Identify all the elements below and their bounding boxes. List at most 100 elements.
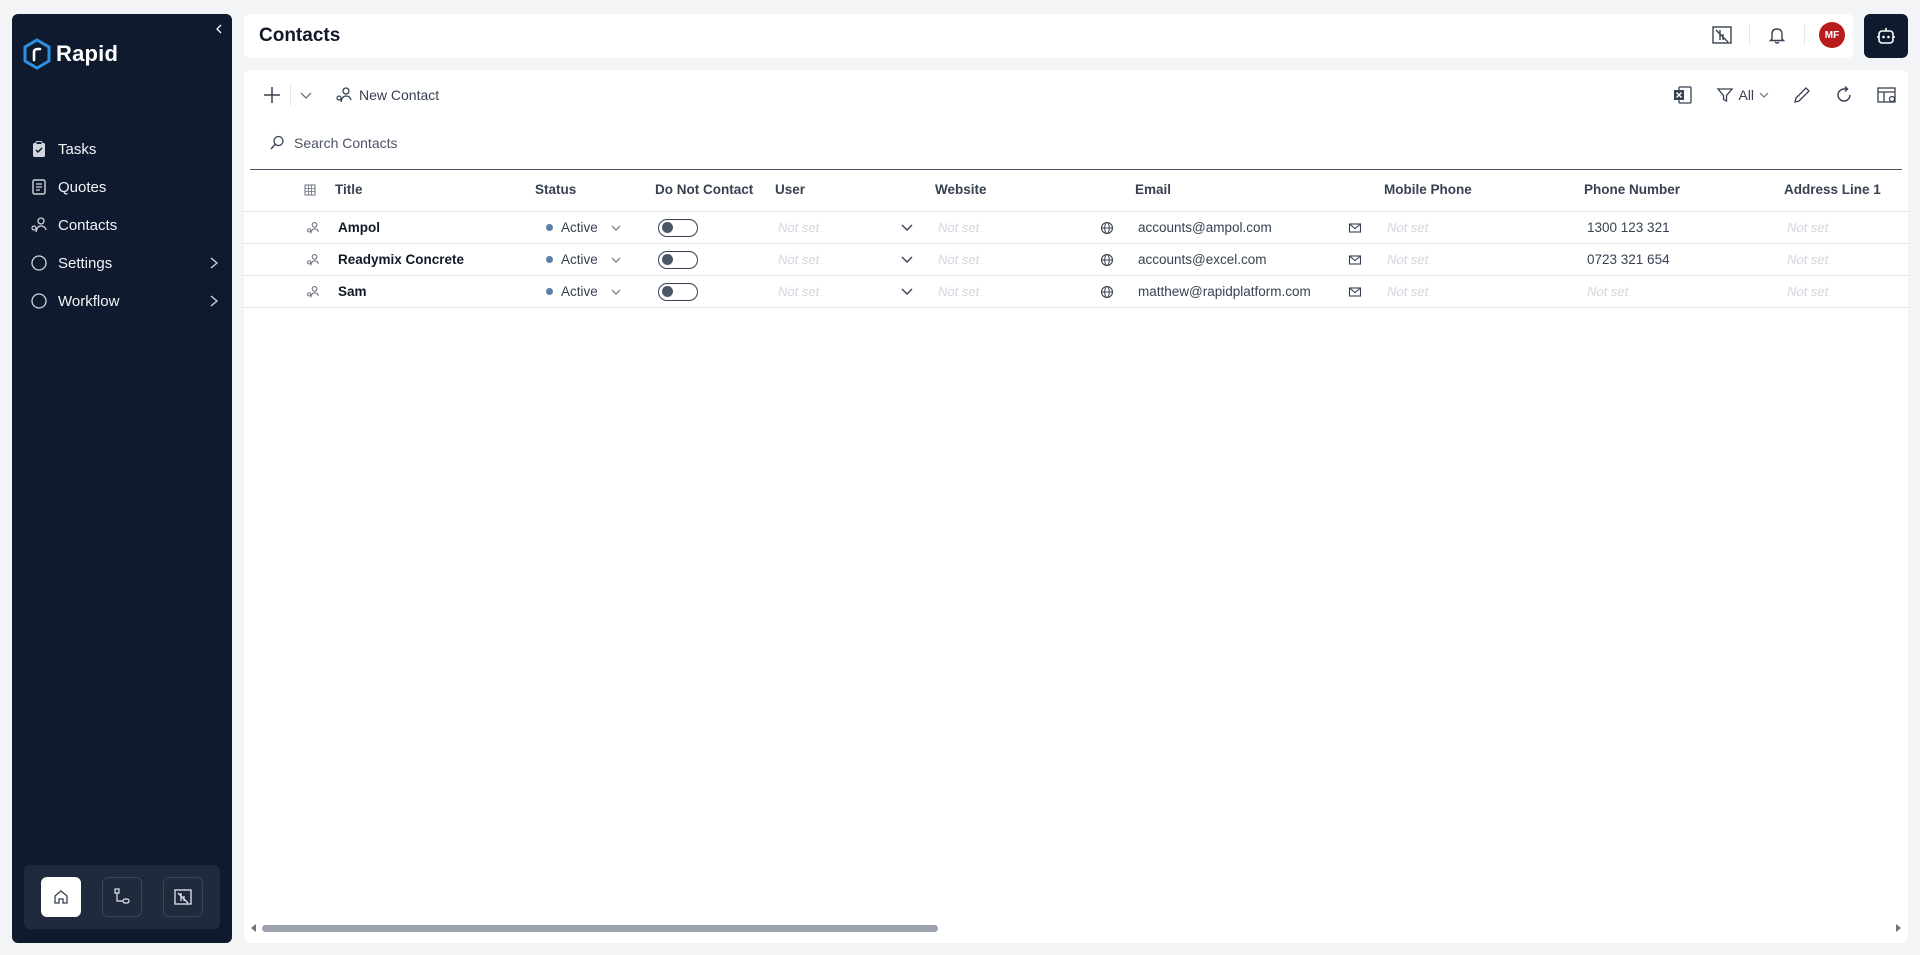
column-header-status[interactable]: Status	[535, 182, 576, 197]
page-header: Contacts MF	[244, 14, 1853, 58]
rapid-logo-icon	[23, 38, 51, 70]
contact-title[interactable]: Ampol	[338, 220, 380, 235]
column-header-title[interactable]: Title	[335, 182, 363, 197]
status-select[interactable]: Active	[546, 252, 622, 267]
chevron-down-icon[interactable]	[900, 222, 914, 234]
contact-icon	[307, 286, 319, 298]
user-value: Not set	[778, 284, 820, 299]
new-contact-button[interactable]: New Contact	[321, 86, 439, 104]
flow-button[interactable]	[101, 877, 142, 917]
circle-icon	[31, 293, 47, 309]
table-row[interactable]: Ampol Active Not set Not set accounts@am…	[244, 212, 1908, 244]
contact-title[interactable]: Sam	[338, 284, 367, 299]
globe-icon[interactable]	[1100, 221, 1114, 235]
filter-icon	[1717, 88, 1734, 103]
horizontal-scrollbar[interactable]	[250, 923, 1902, 933]
chevron-down-icon[interactable]	[900, 286, 914, 298]
app-logo[interactable]: Rapid	[22, 38, 118, 70]
sidebar-item-label: Contacts	[58, 216, 118, 234]
sidebar-item-label: Settings	[58, 254, 113, 272]
do-not-contact-toggle[interactable]	[658, 283, 698, 301]
sidebar-item-quotes[interactable]: Quotes	[12, 168, 232, 206]
search-input[interactable]: Search Contacts	[294, 135, 398, 151]
assistant-button[interactable]	[1864, 14, 1908, 58]
circle-icon	[31, 255, 47, 271]
phone-number-value: 0723 321 654	[1587, 252, 1670, 267]
mobile-phone-value: Not set	[1387, 284, 1429, 299]
contact-icon	[307, 222, 319, 234]
header-separator	[1804, 24, 1805, 46]
do-not-contact-toggle[interactable]	[658, 219, 698, 237]
notifications-bell-icon[interactable]	[1764, 22, 1790, 48]
dashboard-button[interactable]	[163, 877, 204, 917]
status-select[interactable]: Active	[546, 220, 622, 235]
table-row[interactable]: Sam Active Not set Not set matthew@rapid…	[244, 276, 1908, 308]
toolbar-divider	[290, 84, 291, 106]
website-value: Not set	[938, 284, 980, 299]
chevron-down-icon[interactable]	[900, 254, 914, 266]
mobile-phone-value: Not set	[1387, 220, 1429, 235]
contact-title[interactable]: Readymix Concrete	[338, 252, 464, 267]
table-row[interactable]: Readymix Concrete Active Not set Not set…	[244, 244, 1908, 276]
address-value: Not set	[1787, 284, 1829, 299]
toggle-knob	[662, 222, 673, 233]
scroll-left-arrow-icon[interactable]	[250, 924, 258, 932]
chevron-down-icon	[611, 225, 621, 231]
flow-icon	[114, 888, 130, 904]
column-header-mobile-phone[interactable]: Mobile Phone	[1384, 182, 1472, 197]
sidebar-item-settings[interactable]: Settings	[12, 244, 232, 282]
contacts-table: Title Status Do Not Contact User Website…	[244, 170, 1908, 308]
mail-icon[interactable]	[1348, 254, 1362, 266]
filter-dropdown[interactable]: All	[1716, 86, 1770, 104]
chevron-down-icon	[611, 289, 621, 295]
table-settings-icon[interactable]	[1876, 85, 1898, 105]
scrollbar-thumb[interactable]	[262, 925, 938, 932]
do-not-contact-toggle[interactable]	[658, 251, 698, 269]
app-name: Rapid	[56, 41, 119, 66]
column-header-email[interactable]: Email	[1135, 182, 1171, 197]
column-header-do-not-contact[interactable]: Do Not Contact	[655, 182, 753, 197]
user-avatar[interactable]: MF	[1819, 22, 1845, 48]
sidebar-item-tasks[interactable]: Tasks	[12, 130, 232, 168]
website-value: Not set	[938, 252, 980, 267]
status-select[interactable]: Active	[546, 284, 622, 299]
email-value[interactable]: accounts@ampol.com	[1138, 220, 1272, 235]
scroll-right-arrow-icon[interactable]	[1894, 924, 1902, 932]
collapse-sidebar-icon[interactable]	[212, 22, 226, 36]
email-value[interactable]: matthew@rapidplatform.com	[1138, 284, 1311, 299]
column-header-phone-number[interactable]: Phone Number	[1584, 182, 1680, 197]
mail-icon[interactable]	[1348, 222, 1362, 234]
user-value: Not set	[778, 252, 820, 267]
email-value[interactable]: accounts@excel.com	[1138, 252, 1267, 267]
home-icon	[54, 890, 68, 904]
table-header: Title Status Do Not Contact User Website…	[244, 170, 1908, 212]
globe-icon[interactable]	[1100, 253, 1114, 267]
dashboard-icon	[174, 889, 192, 905]
sidebar-item-label: Quotes	[58, 178, 107, 196]
chevron-right-icon	[210, 295, 219, 307]
dashboard-shortcut-icon[interactable]	[1709, 22, 1735, 48]
sidebar-item-contacts[interactable]: Contacts	[12, 206, 232, 244]
sidebar-item-workflow[interactable]: Workflow	[12, 282, 232, 320]
toolbar-left: New Contact	[262, 84, 439, 106]
home-button[interactable]	[40, 877, 81, 917]
header-actions: MF	[1709, 22, 1845, 48]
excel-export-icon[interactable]	[1672, 84, 1694, 106]
search-bar[interactable]: Search Contacts	[268, 134, 398, 152]
column-header-address-line-1[interactable]: Address Line 1	[1784, 182, 1881, 197]
add-icon[interactable]	[262, 85, 282, 105]
column-header-website[interactable]: Website	[935, 182, 987, 197]
column-header-user[interactable]: User	[775, 182, 805, 197]
refresh-icon[interactable]	[1834, 85, 1854, 105]
add-options-chevron-icon[interactable]	[299, 88, 313, 102]
mail-icon[interactable]	[1348, 286, 1362, 298]
globe-icon[interactable]	[1100, 285, 1114, 299]
new-contact-label: New Contact	[359, 87, 440, 103]
edit-pencil-icon[interactable]	[1792, 85, 1812, 105]
phone-number-value: 1300 123 321	[1587, 220, 1670, 235]
filter-label: All	[1738, 87, 1754, 103]
toolbar-right: All	[1672, 84, 1898, 106]
grid-icon[interactable]	[304, 184, 316, 196]
page-title: Contacts	[259, 25, 341, 46]
sidebar-bottom-bar	[24, 865, 220, 929]
